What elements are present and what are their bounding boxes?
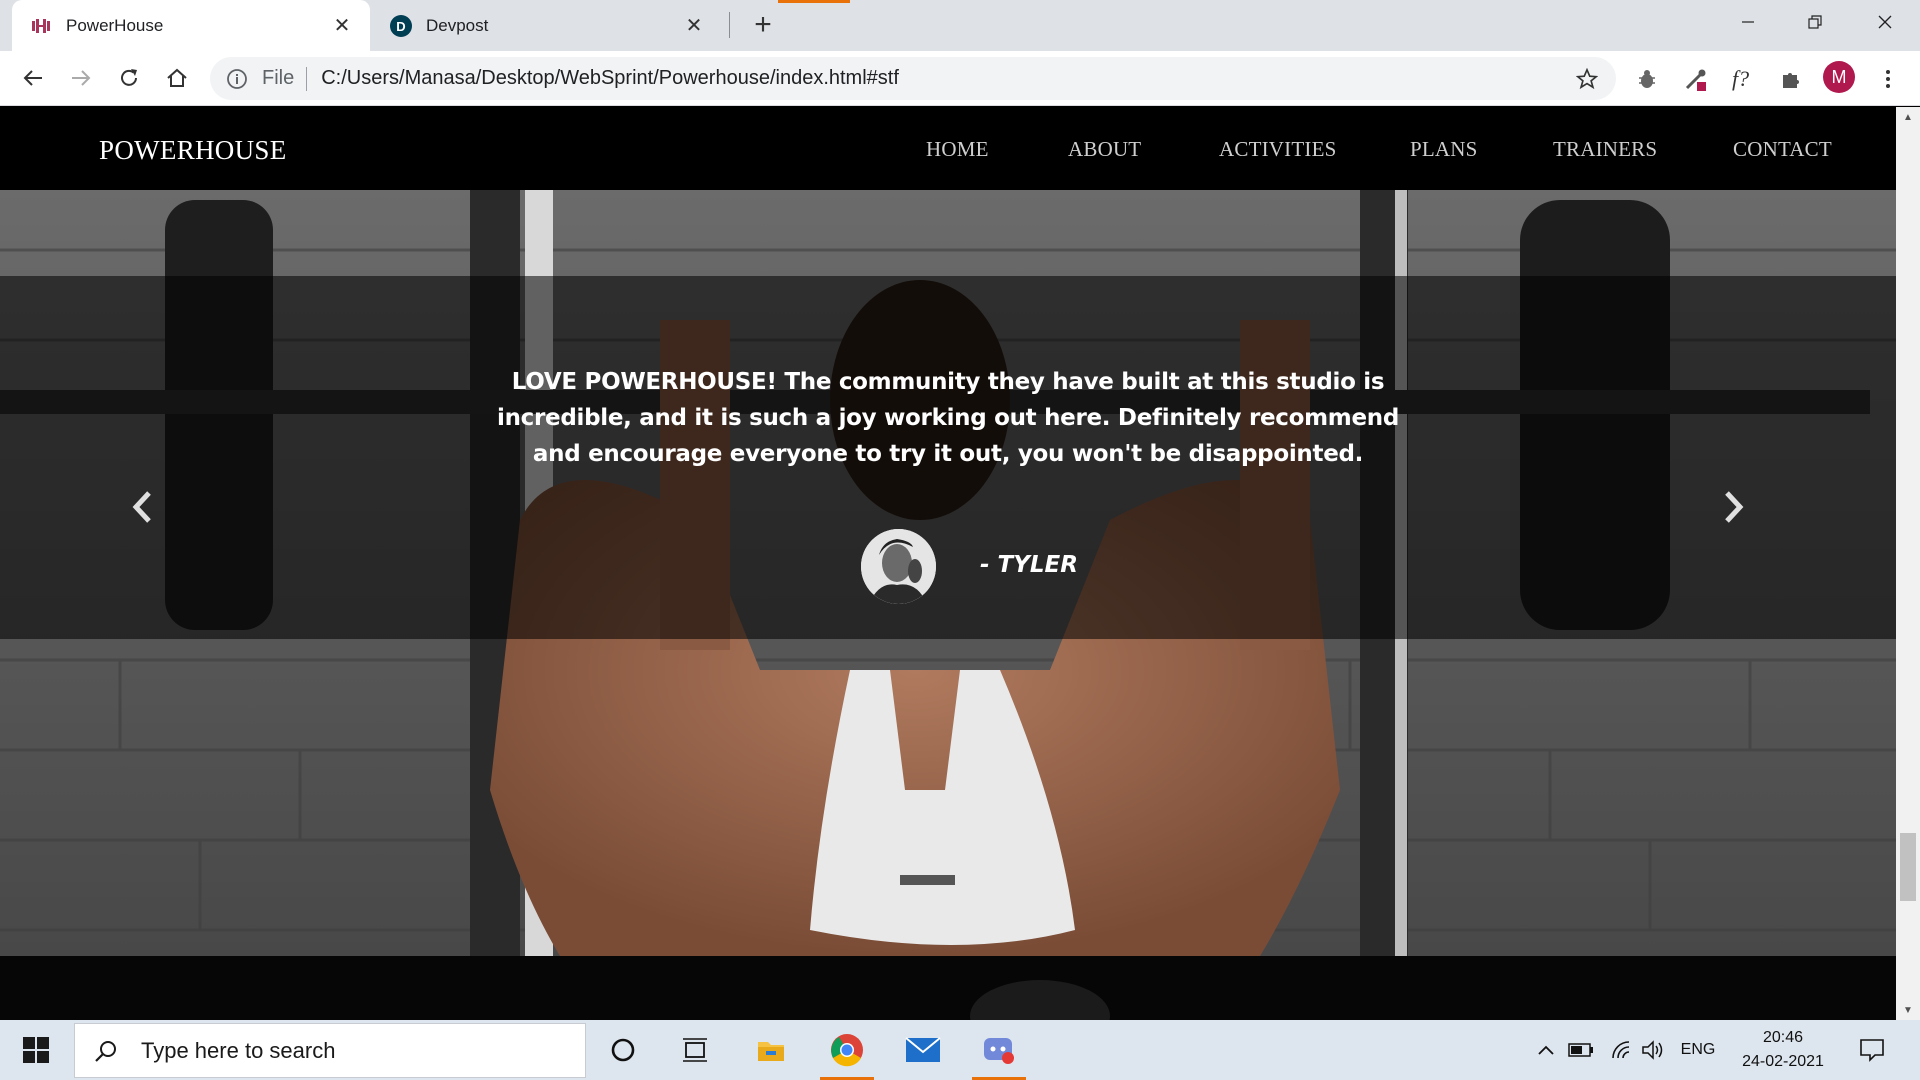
taskbar-search-box[interactable]: Type here to search (74, 1023, 586, 1078)
wifi-icon[interactable] (1608, 1036, 1634, 1064)
home-icon[interactable] (158, 59, 196, 97)
scroll-down-icon[interactable]: ▼ (1896, 1000, 1920, 1020)
nav-home[interactable]: HOME (926, 137, 989, 162)
tab-loading-indicator (778, 0, 850, 3)
search-placeholder: Type here to search (141, 1037, 336, 1063)
reviewer-avatar (861, 529, 936, 604)
svg-text:f?: f? (1732, 66, 1749, 91)
restore-icon[interactable] (1790, 4, 1840, 40)
testimonial-carousel: LOVE POWERHOUSE! The community they have… (0, 190, 1896, 956)
font-extension-icon[interactable]: f? (1728, 63, 1760, 95)
tab-title: PowerHouse (66, 15, 164, 35)
mail-icon[interactable] (892, 1020, 954, 1080)
next-section-top (0, 956, 1896, 1020)
dumbbell-icon (30, 15, 52, 37)
nav-plans[interactable]: PLANS (1410, 137, 1478, 162)
task-view-icon[interactable] (664, 1020, 726, 1080)
address-bar[interactable]: File C:/Users/Manasa/Desktop/WebSprint/P… (210, 57, 1616, 100)
site-brand[interactable]: POWERHOUSE (99, 135, 287, 166)
tab-powerhouse[interactable]: PowerHouse ✕ (12, 0, 370, 51)
bug-extension-icon[interactable] (1631, 63, 1663, 95)
nav-trainers[interactable]: TRAINERS (1553, 137, 1657, 162)
show-hidden-icons-icon[interactable] (1534, 1036, 1558, 1064)
bookmark-star-icon[interactable] (1572, 64, 1602, 94)
volume-icon[interactable] (1640, 1036, 1666, 1064)
cortana-icon[interactable] (592, 1020, 654, 1080)
menu-kebab-icon[interactable] (1872, 63, 1904, 95)
devpost-icon: D (390, 14, 412, 37)
testimonial-quote: LOVE POWERHOUSE! The community they have… (496, 369, 1399, 467)
nav-activities[interactable]: ACTIVITIES (1219, 137, 1336, 162)
new-tab-button[interactable]: + (746, 10, 780, 40)
page-scrollbar[interactable]: ▲ ▼ (1896, 107, 1920, 1020)
carousel-prev-icon[interactable] (124, 477, 160, 537)
page-viewport: POWERHOUSE HOME ABOUT ACTIVITIES PLANS T… (0, 107, 1896, 1020)
url-divider (306, 66, 308, 91)
carousel-next-icon[interactable] (1716, 477, 1752, 537)
windows-start-icon[interactable] (0, 1020, 72, 1080)
url-text[interactable]: C:/Users/Manasa/Desktop/WebSprint/Powerh… (321, 67, 1572, 90)
nav-about[interactable]: ABOUT (1068, 137, 1141, 162)
eyedropper-extension-icon[interactable] (1680, 63, 1712, 95)
nav-contact[interactable]: CONTACT (1733, 137, 1832, 162)
clock-time: 20:46 (1762, 1029, 1804, 1046)
scrollbar-thumb[interactable] (1900, 833, 1916, 901)
back-icon[interactable] (14, 59, 52, 97)
tab-divider (729, 12, 730, 38)
browser-tab-strip: PowerHouse ✕ D Devpost ✕ + (0, 0, 1920, 51)
search-icon (93, 1038, 119, 1064)
close-tab-icon[interactable]: ✕ (330, 14, 354, 38)
clock-date: 24-02-2021 (1742, 1053, 1824, 1070)
chrome-taskbar-icon[interactable] (816, 1020, 878, 1080)
browser-toolbar: File C:/Users/Manasa/Desktop/WebSprint/P… (0, 51, 1920, 106)
battery-icon[interactable] (1568, 1036, 1594, 1064)
forward-icon[interactable] (62, 59, 100, 97)
minimize-icon[interactable] (1723, 4, 1773, 40)
action-center-icon[interactable] (1854, 1032, 1890, 1068)
system-clock[interactable]: 20:46 24-02-2021 (1724, 1026, 1842, 1074)
testimonial-author: - TYLER (980, 552, 1078, 578)
scroll-up-icon[interactable]: ▲ (1896, 107, 1920, 127)
caption-overlay: LOVE POWERHOUSE! The community they have… (0, 276, 1896, 639)
profile-avatar[interactable]: M (1823, 61, 1855, 93)
reload-icon[interactable] (110, 59, 148, 97)
puzzle-extensions-icon[interactable] (1775, 63, 1807, 95)
close-window-icon[interactable] (1860, 4, 1910, 40)
close-tab-icon[interactable]: ✕ (682, 14, 706, 38)
file-explorer-icon[interactable] (740, 1020, 802, 1080)
site-navbar: POWERHOUSE HOME ABOUT ACTIVITIES PLANS T… (0, 107, 1896, 190)
info-icon[interactable] (226, 68, 248, 90)
tab-title: Devpost (426, 15, 489, 35)
url-scheme: File (262, 67, 295, 89)
language-indicator[interactable]: ENG (1676, 1036, 1720, 1064)
windows-taskbar: Type here to search ENG 20:46 24-02-2021 (0, 1020, 1920, 1080)
svg-text:D: D (396, 19, 405, 34)
discord-icon[interactable] (968, 1020, 1030, 1080)
tab-devpost[interactable]: D Devpost ✕ (372, 0, 722, 51)
